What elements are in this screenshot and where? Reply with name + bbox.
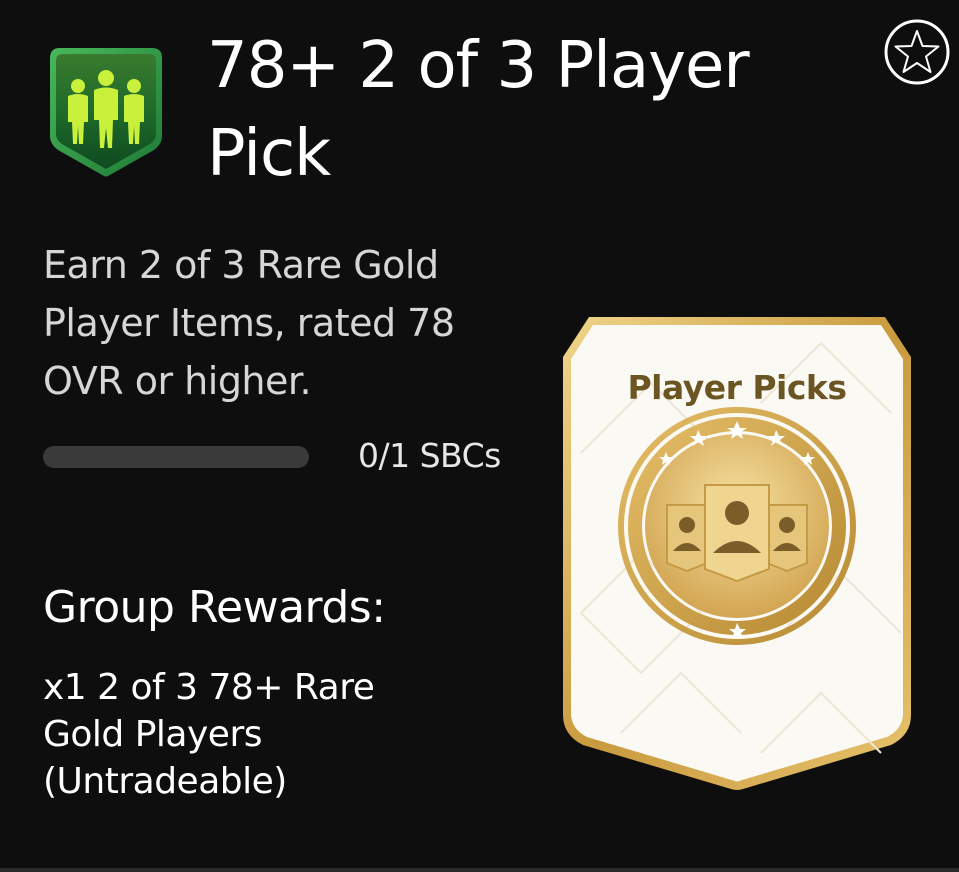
bottom-divider <box>0 868 959 872</box>
sbc-title: 78+ 2 of 3 Player Pick <box>207 29 750 191</box>
sbc-group-badge-icon <box>50 48 162 177</box>
sbc-progress-label: 0/1 SBCs <box>358 436 501 475</box>
sbc-description: Earn 2 of 3 Rare Gold Player Items, rate… <box>43 243 455 403</box>
pack-title: Player Picks <box>627 368 847 407</box>
group-reward-item: x1 2 of 3 78+ Rare Gold Players (Untrade… <box>43 667 375 802</box>
sbc-progress-bar <box>43 446 309 468</box>
star-outline-icon <box>894 30 940 73</box>
group-rewards-heading: Group Rewards: <box>43 582 386 633</box>
favorite-star-button[interactable] <box>883 18 951 86</box>
sbc-detail-view: 78+ 2 of 3 Player Pick Earn 2 of 3 Rare … <box>0 0 959 872</box>
